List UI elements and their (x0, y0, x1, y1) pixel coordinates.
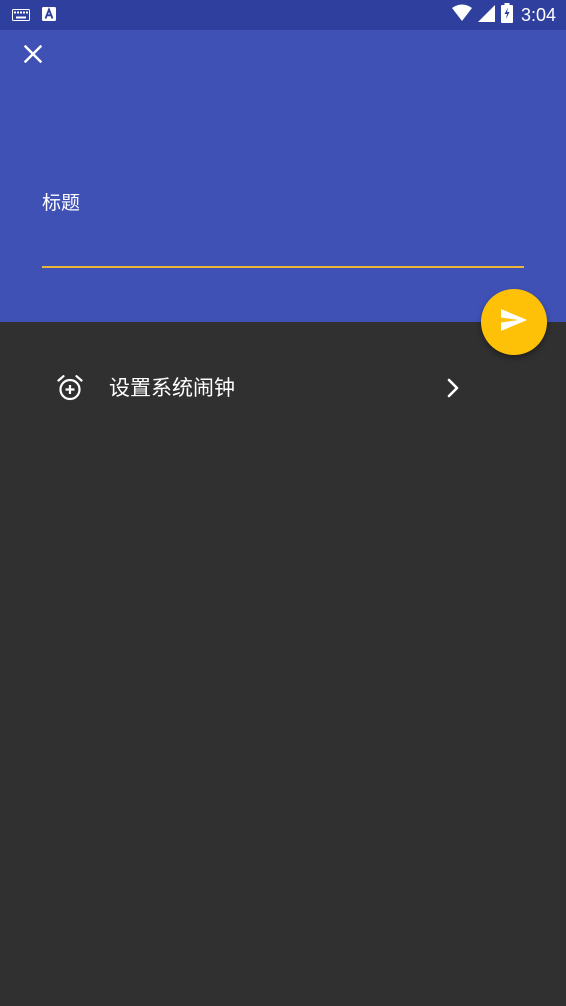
screen: 3:04 标题 设置系统闹钟 (0, 0, 566, 1006)
send-button[interactable] (481, 289, 547, 355)
wifi-icon (451, 4, 472, 26)
app-bar (0, 30, 566, 322)
close-icon (23, 44, 43, 67)
battery-charging-icon (500, 3, 513, 27)
title-input[interactable] (42, 130, 524, 268)
send-icon (501, 309, 527, 335)
list-item-set-alarm[interactable]: 设置系统闹钟 (0, 356, 490, 420)
list-item-label: 设置系统闹钟 (109, 376, 235, 400)
status-system-icons: 3:04 (451, 3, 556, 27)
chevron-right-icon (441, 376, 465, 400)
content-area: 设置系统闹钟 (0, 322, 566, 1006)
status-time: 3:04 (520, 4, 556, 25)
a-notification-icon (42, 6, 56, 25)
close-button[interactable] (13, 36, 53, 76)
cell-signal-icon (477, 4, 495, 26)
status-notifications (12, 6, 56, 25)
keyboard-icon (12, 6, 30, 25)
status-bar: 3:04 (0, 0, 566, 30)
alarm-add-icon (56, 374, 84, 402)
